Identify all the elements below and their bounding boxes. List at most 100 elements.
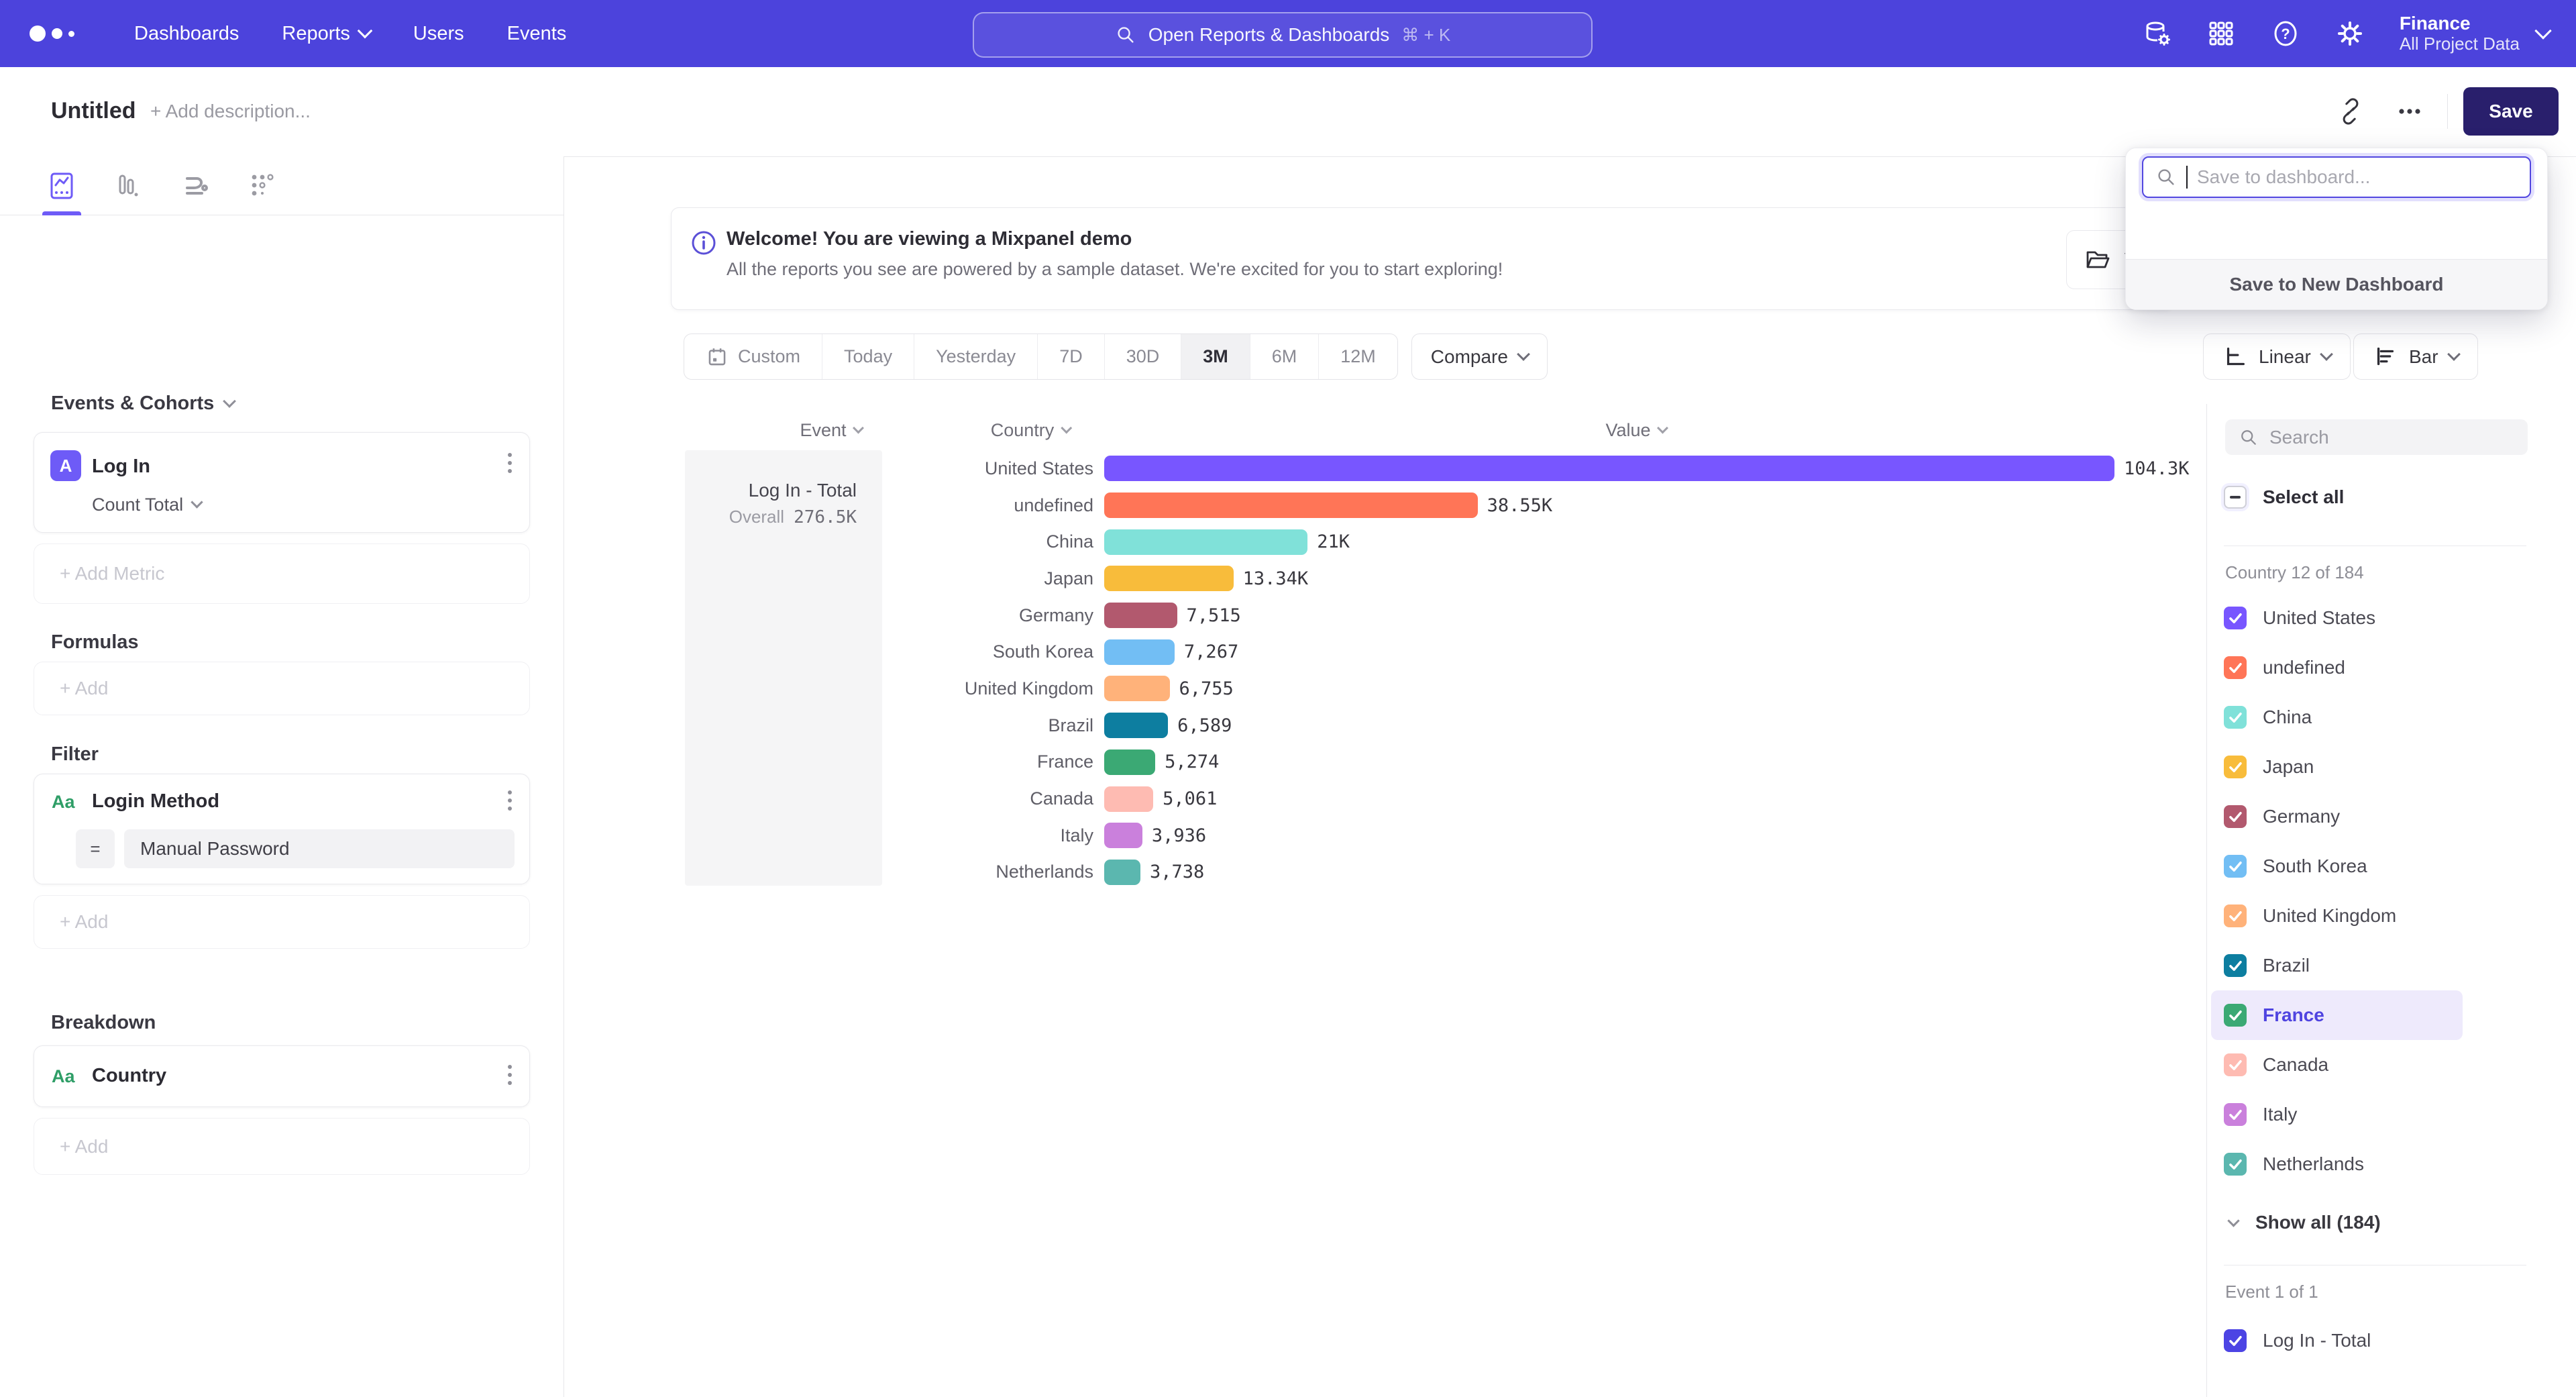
- more-options-button[interactable]: [2385, 87, 2434, 136]
- country-option-france[interactable]: France: [2211, 990, 2463, 1040]
- project-name: Finance: [2400, 13, 2520, 34]
- column-header-country[interactable]: Country: [991, 420, 1071, 441]
- country-checkbox[interactable]: [2224, 756, 2247, 778]
- event-summary-box[interactable]: Log In - Total Overall276.5K: [685, 450, 882, 886]
- filter-operator[interactable]: =: [76, 829, 115, 868]
- country-checkbox[interactable]: [2224, 1103, 2247, 1126]
- range-yesterday[interactable]: Yesterday: [914, 334, 1037, 379]
- event-checkbox[interactable]: [2224, 1329, 2247, 1352]
- settings-gear-icon[interactable]: [2335, 19, 2365, 48]
- chart-bar[interactable]: [1104, 749, 1155, 775]
- country-option-undefined[interactable]: undefined: [2211, 643, 2573, 692]
- save-button[interactable]: Save: [2463, 87, 2559, 136]
- check-icon: [2225, 658, 2245, 678]
- project-switcher[interactable]: Finance All Project Data: [2400, 13, 2549, 54]
- metric-aggregation[interactable]: Count Total: [92, 495, 201, 515]
- country-option-germany[interactable]: Germany: [2211, 792, 2573, 841]
- range-12m[interactable]: 12M: [1318, 334, 1397, 379]
- chart-bar[interactable]: [1104, 823, 1142, 848]
- chart-bar[interactable]: [1104, 786, 1153, 812]
- country-option-canada[interactable]: Canada: [2211, 1040, 2573, 1090]
- add-formula-button[interactable]: + Add: [34, 662, 530, 715]
- breakdown-card-country[interactable]: Aa Country: [34, 1045, 530, 1107]
- country-option-south-korea[interactable]: South Korea: [2211, 841, 2573, 891]
- range-custom[interactable]: Custom: [684, 334, 822, 379]
- save-to-new-dashboard-button[interactable]: Save to New Dashboard: [2126, 259, 2547, 309]
- tab-flows[interactable]: [178, 156, 213, 215]
- country-checkbox[interactable]: [2224, 805, 2247, 828]
- country-option-united-kingdom[interactable]: United Kingdom: [2211, 891, 2573, 941]
- country-option-japan[interactable]: Japan: [2211, 742, 2573, 792]
- chart-bar[interactable]: [1104, 860, 1140, 885]
- breakdown-property-name[interactable]: Country: [92, 1065, 166, 1087]
- event-option-log-in-total[interactable]: Log In - Total: [2224, 1316, 2371, 1365]
- metric-card-log-in[interactable]: A Log In Count Total: [34, 432, 530, 533]
- select-all-checkbox[interactable]: [2224, 486, 2247, 509]
- check-icon: [2225, 707, 2245, 727]
- country-checkbox[interactable]: [2224, 954, 2247, 977]
- filter-value[interactable]: Manual Password: [124, 829, 515, 868]
- chart-type-button[interactable]: Bar: [2353, 333, 2478, 380]
- country-option-united-states[interactable]: United States: [2211, 593, 2573, 643]
- chart-bar[interactable]: [1104, 456, 2114, 481]
- help-icon[interactable]: ?: [2271, 19, 2300, 48]
- metric-event-name[interactable]: Log In: [92, 456, 150, 478]
- compare-button[interactable]: Compare: [1411, 333, 1548, 380]
- country-checkbox[interactable]: [2224, 706, 2247, 729]
- add-metric-button[interactable]: + Add Metric: [34, 544, 530, 604]
- country-option-brazil[interactable]: Brazil: [2211, 941, 2573, 990]
- chart-bar[interactable]: [1104, 639, 1175, 665]
- country-checkbox[interactable]: [2224, 1004, 2247, 1027]
- range-today[interactable]: Today: [822, 334, 914, 379]
- metric-kebab-menu[interactable]: [508, 453, 512, 473]
- nav-item-dashboards[interactable]: Dashboards: [134, 23, 239, 45]
- chart-bar[interactable]: [1104, 676, 1170, 701]
- country-checkbox[interactable]: [2224, 656, 2247, 679]
- country-option-netherlands[interactable]: Netherlands: [2211, 1139, 2573, 1189]
- chart-bar[interactable]: [1104, 493, 1478, 518]
- mixpanel-logo-icon[interactable]: [30, 0, 74, 67]
- filter-property-name[interactable]: Login Method: [92, 790, 219, 813]
- data-management-icon[interactable]: [2142, 19, 2171, 48]
- chart-bar[interactable]: [1104, 566, 1234, 591]
- breakdown-kebab-menu[interactable]: [508, 1065, 512, 1085]
- filter-card-login-method[interactable]: Aa Login Method = Manual Password: [34, 774, 530, 884]
- apps-grid-icon[interactable]: [2206, 19, 2236, 48]
- country-checkbox[interactable]: [2224, 607, 2247, 629]
- tab-funnels[interactable]: [111, 156, 146, 215]
- column-header-event[interactable]: Event: [800, 420, 862, 441]
- country-checkbox[interactable]: [2224, 1153, 2247, 1176]
- add-filter-button[interactable]: + Add: [34, 895, 530, 949]
- add-description-field[interactable]: + Add description...: [150, 101, 311, 122]
- country-checkbox[interactable]: [2224, 904, 2247, 927]
- range-3m[interactable]: 3M: [1181, 334, 1250, 379]
- panel-search-input[interactable]: Search: [2225, 419, 2528, 455]
- country-option-china[interactable]: China: [2211, 692, 2573, 742]
- chart-bar[interactable]: [1104, 529, 1307, 555]
- tab-insights[interactable]: [44, 156, 79, 215]
- filter-kebab-menu[interactable]: [508, 790, 512, 811]
- chart-bar[interactable]: [1104, 603, 1177, 628]
- column-header-value[interactable]: Value: [1605, 420, 1666, 441]
- nav-item-users[interactable]: Users: [413, 23, 464, 45]
- select-all-row[interactable]: Select all: [2224, 486, 2344, 509]
- nav-item-reports[interactable]: Reports: [282, 23, 370, 45]
- country-option-italy[interactable]: Italy: [2211, 1090, 2573, 1139]
- show-all-button[interactable]: Show all (184): [2229, 1202, 2381, 1243]
- copy-link-button[interactable]: [2326, 87, 2375, 136]
- chart-row-undefined: undefined38.55K: [892, 487, 2206, 524]
- country-checkbox[interactable]: [2224, 1053, 2247, 1076]
- tab-retention[interactable]: [246, 156, 280, 215]
- nav-item-events[interactable]: Events: [507, 23, 567, 45]
- save-to-dashboard-input[interactable]: Save to dashboard...: [2142, 156, 2531, 198]
- range-7d[interactable]: 7D: [1037, 334, 1104, 379]
- chart-scale-button[interactable]: Linear: [2203, 333, 2351, 380]
- country-checkbox[interactable]: [2224, 855, 2247, 878]
- report-title[interactable]: Untitled: [51, 98, 136, 124]
- range-30d[interactable]: 30D: [1104, 334, 1181, 379]
- chart-bar[interactable]: [1104, 713, 1168, 738]
- add-breakdown-button[interactable]: + Add: [34, 1118, 530, 1175]
- events-cohorts-heading[interactable]: Events & Cohorts: [51, 393, 234, 415]
- global-search-button[interactable]: Open Reports & Dashboards ⌘ + K: [973, 12, 1593, 58]
- range-6m[interactable]: 6M: [1250, 334, 1319, 379]
